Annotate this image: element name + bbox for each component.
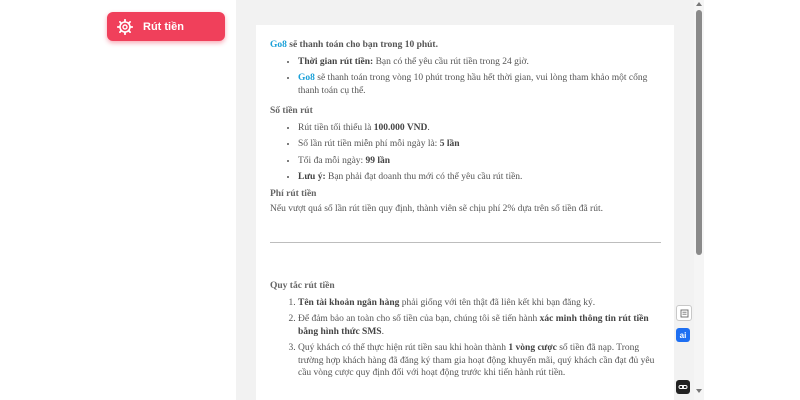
ai-assistant-icon[interactable]: ai (676, 328, 690, 342)
fee-heading: Phí rút tiền (270, 188, 317, 199)
list-item: Để đảm bảo an toàn cho số tiền của bạn, … (298, 313, 662, 338)
intro-list: Thời gian rút tiền: Bạn có thể yêu cầu r… (270, 56, 662, 98)
rules-list: Tên tài khoản ngân hàng phải giống với t… (270, 297, 662, 380)
fee-text: Nếu vượt quá số lần rút tiền quy định, t… (270, 204, 603, 214)
withdraw-info-card: Go8 sẽ thanh toán cho bạn trong 10 phút.… (256, 25, 674, 400)
amount-list: Rút tiền tối thiểu là 100.000 VND. Số lầ… (270, 122, 662, 184)
list-item: Lưu ý: Bạn phải đạt doanh thu mới có thể… (298, 171, 662, 184)
brand-name: Go8 (270, 40, 287, 50)
scroll-thumb[interactable] (696, 10, 702, 255)
list-item: Go8 sẽ thanh toán trong vòng 10 phút tro… (298, 72, 662, 97)
intro-line: Go8 sẽ thanh toán cho bạn trong 10 phút. (270, 40, 438, 50)
list-item: Tối đa mỗi ngày: 99 lần (298, 155, 662, 168)
section-divider (270, 242, 661, 243)
gear-icon (117, 18, 133, 35)
left-sidebar: Rút tiền (0, 0, 236, 400)
list-item: Rút tiền tối thiểu là 100.000 VND. (298, 122, 662, 135)
rules-section: Quy tắc rút tiền Tên tài khoản ngân hàng… (270, 280, 662, 384)
scroll-up-arrow-icon[interactable] (696, 2, 702, 6)
info-section: Go8 sẽ thanh toán cho bạn trong 10 phút.… (270, 39, 662, 216)
list-item: Quý khách có thể thực hiện rút tiền sau … (298, 342, 662, 380)
list-item: Số lần rút tiền miễn phí mỗi ngày là: 5 … (298, 138, 662, 151)
withdraw-menu-label: Rút tiền (143, 20, 184, 33)
list-item: Thời gian rút tiền: Bạn có thể yêu cầu r… (298, 56, 662, 69)
link-icon[interactable] (676, 380, 690, 394)
withdraw-menu-button[interactable]: Rút tiền (107, 12, 225, 41)
scroll-down-arrow-icon[interactable] (696, 389, 702, 393)
scrollbar[interactable] (694, 0, 704, 400)
amount-heading: Số tiền rút (270, 106, 313, 116)
list-item: Tên tài khoản ngân hàng phải giống với t… (298, 297, 662, 310)
note-icon[interactable] (676, 305, 692, 321)
rules-heading: Quy tắc rút tiền (270, 281, 335, 291)
